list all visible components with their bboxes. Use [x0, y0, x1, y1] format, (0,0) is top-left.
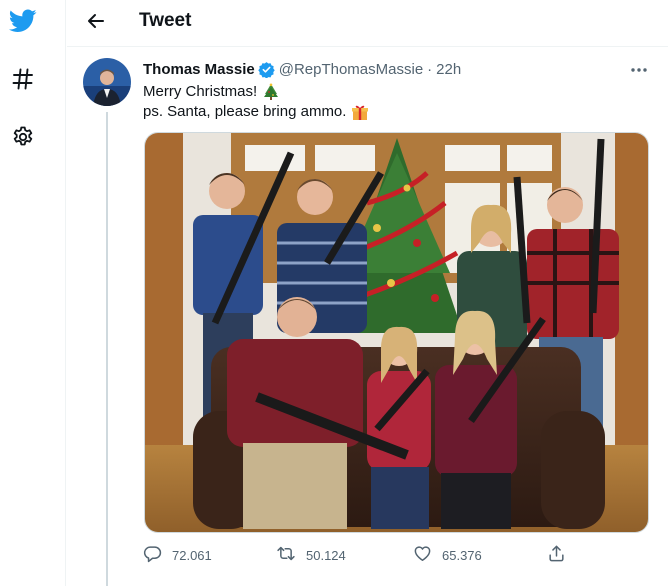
- verified-badge-icon: [258, 61, 275, 78]
- reply-button[interactable]: 72.061: [143, 543, 212, 567]
- retweet-icon: [276, 544, 296, 566]
- twitter-bird-icon: [8, 8, 37, 38]
- tweet-timestamp[interactable]: 22h: [436, 61, 461, 78]
- more-dots-icon: [630, 60, 648, 78]
- heart-icon: [413, 544, 432, 566]
- retweet-count: 50.124: [306, 547, 346, 563]
- like-button[interactable]: 65.376: [413, 543, 482, 567]
- tweet-text: Merry Christmas! ps. Santa, please bring…: [143, 82, 369, 122]
- share-button[interactable]: [547, 543, 566, 567]
- tweet-text-line-2: ps. Santa, please bring ammo.: [143, 102, 369, 122]
- separator-dot: ·: [427, 60, 433, 78]
- page-header: Tweet: [67, 0, 668, 47]
- left-sidebar: [0, 0, 66, 586]
- arrow-left-icon: [86, 11, 106, 36]
- reply-count: 72.061: [172, 547, 212, 563]
- back-button[interactable]: [79, 6, 113, 40]
- tweet-text-greeting: Merry Christmas!: [143, 83, 258, 100]
- twitter-logo-button[interactable]: [0, 0, 46, 46]
- settings-button[interactable]: [0, 116, 46, 162]
- gift-emoji: [351, 103, 369, 121]
- explore-button[interactable]: [0, 58, 46, 104]
- thread-line: [106, 112, 108, 586]
- tweet-photo[interactable]: [144, 132, 649, 533]
- tweet-actions: 72.061 50.124 65.376: [143, 543, 566, 567]
- author-row: Thomas Massie @RepThomasMassie · 22h: [143, 59, 461, 79]
- tweet-text-line-1: Merry Christmas!: [143, 82, 369, 102]
- retweet-button[interactable]: 50.124: [276, 543, 346, 567]
- author-handle[interactable]: @RepThomasMassie: [279, 61, 423, 78]
- like-count: 65.376: [442, 547, 482, 563]
- more-options-button[interactable]: [624, 58, 654, 80]
- author-name[interactable]: Thomas Massie: [143, 61, 255, 78]
- reply-icon: [143, 544, 162, 566]
- page-title: Tweet: [139, 10, 192, 31]
- christmas-tree-emoji: [262, 83, 280, 101]
- share-icon: [547, 544, 566, 566]
- gear-icon: [11, 125, 35, 154]
- author-avatar[interactable]: [83, 58, 131, 106]
- tweet-text-ps: ps. Santa, please bring ammo.: [143, 103, 347, 120]
- main-column: Tweet Thomas Massie @RepThomasMassie · 2…: [67, 0, 668, 586]
- hashtag-icon: [11, 67, 35, 96]
